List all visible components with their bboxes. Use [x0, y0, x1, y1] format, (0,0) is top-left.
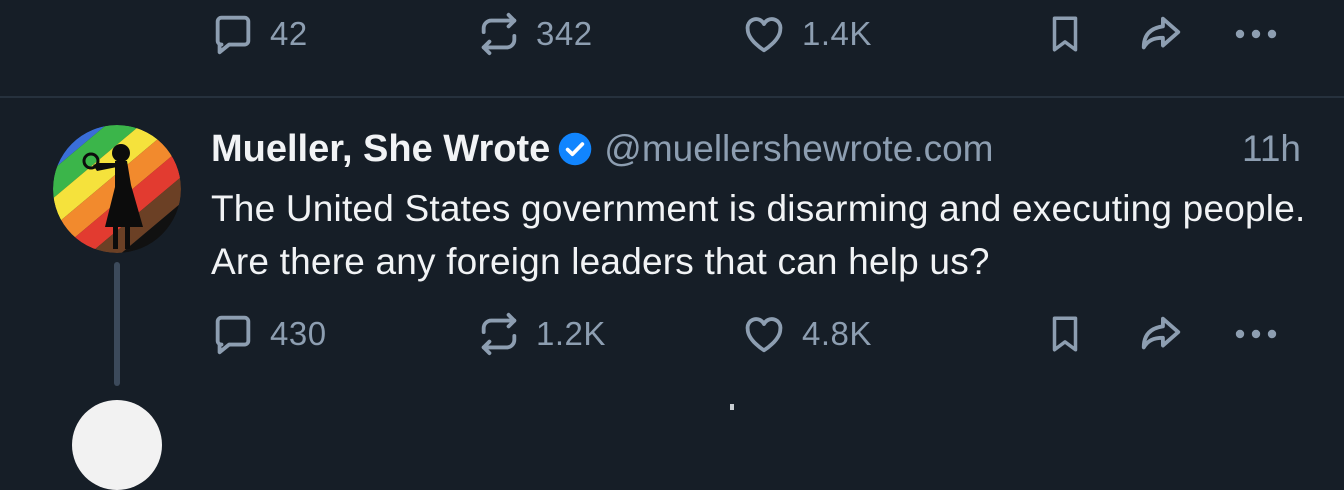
reply-icon: [215, 315, 251, 355]
like-button[interactable]: 1.4K: [740, 4, 872, 64]
share-button[interactable]: [1135, 4, 1187, 64]
reply-count: 42: [270, 15, 308, 52]
reply-button[interactable]: 430: [210, 304, 327, 364]
reply-count: 430: [270, 315, 327, 352]
bookmark-icon: [1052, 16, 1078, 52]
repost-icon: [481, 12, 517, 56]
more-icon: [1235, 29, 1277, 39]
bookmark-icon: [1052, 316, 1078, 352]
author-handle[interactable]: @muellershewrote.com: [604, 128, 993, 170]
verified-check-icon: [558, 132, 592, 166]
like-count: 1.4K: [802, 15, 872, 52]
like-count: 4.8K: [802, 315, 872, 352]
repost-icon: [481, 312, 517, 356]
reply-button[interactable]: 42: [210, 4, 308, 64]
post-action-bar: 430 1.2K 4.8K: [0, 304, 1344, 364]
repost-count: 1.2K: [536, 315, 606, 352]
bookmark-button[interactable]: [1044, 304, 1086, 364]
next-reply-avatar[interactable]: [72, 400, 162, 490]
more-icon: [1235, 329, 1277, 339]
repost-count: 342: [536, 15, 593, 52]
post-header: Mueller, She Wrote @muellershewrote.com …: [211, 124, 1301, 174]
more-button[interactable]: [1232, 4, 1280, 64]
heart-icon: [745, 17, 783, 53]
share-button[interactable]: [1135, 304, 1187, 364]
post-timestamp[interactable]: 11h: [1242, 128, 1301, 170]
heart-icon: [745, 317, 783, 353]
reply-icon: [215, 15, 251, 55]
more-button[interactable]: [1232, 304, 1280, 364]
author-avatar[interactable]: [53, 125, 181, 253]
bookmark-button[interactable]: [1044, 4, 1086, 64]
previous-post-action-bar: 42 342 1.4K: [0, 4, 1344, 64]
verified-badge: [558, 132, 592, 166]
post-divider: [0, 96, 1344, 98]
post-text: The United States government is disarmin…: [211, 188, 1306, 282]
repost-button[interactable]: 1.2K: [476, 304, 606, 364]
next-post-fragment: [730, 404, 734, 410]
share-icon: [1141, 16, 1181, 50]
repost-button[interactable]: 342: [476, 4, 593, 64]
share-icon: [1141, 316, 1181, 350]
like-button[interactable]: 4.8K: [740, 304, 872, 364]
author-name[interactable]: Mueller, She Wrote: [211, 128, 550, 171]
